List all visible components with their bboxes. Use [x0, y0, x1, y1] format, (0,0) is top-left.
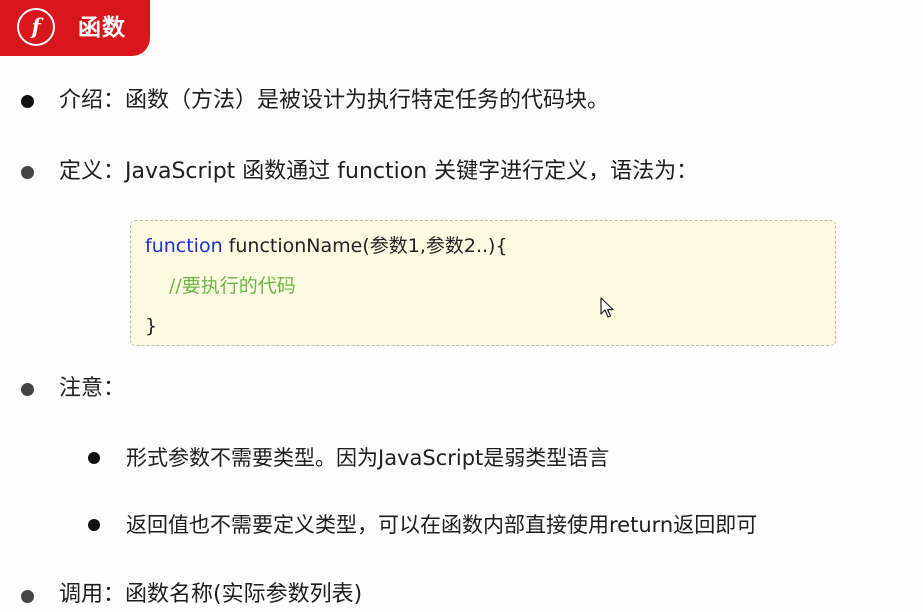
code-keyword: function [145, 235, 223, 257]
params-text: 形式参数不需要类型。因为JavaScript是弱类型语言 [126, 446, 610, 470]
code-block: function functionName(参数1,参数2..){ //要执行的… [130, 220, 836, 346]
bullet-dot [21, 383, 34, 396]
code-signature: functionName(参数1,参数2..){ [222, 235, 508, 257]
intro-text: 介绍：函数（方法）是被设计为执行特定任务的代码块。 [59, 88, 610, 113]
return-text: 返回值也不需要定义类型，可以在函数内部直接使用return返回即可 [126, 513, 758, 537]
bullet-dot [88, 452, 100, 464]
bullet-dot [21, 166, 34, 179]
bullet-dot [21, 590, 34, 603]
section-header: f 函数 [0, 0, 150, 56]
code-comment: //要执行的代码 [169, 275, 296, 297]
bullet-dot [88, 519, 100, 531]
definition-text: 定义：JavaScript 函数通过 function 关键字进行定义，语法为： [59, 159, 699, 184]
bullet-dot [21, 95, 34, 108]
mouse-pointer-icon [600, 297, 614, 318]
call-text: 调用：函数名称(实际参数列表) [59, 582, 363, 607]
code-closing-brace: } [145, 315, 158, 337]
section-title: 函数 [78, 15, 126, 41]
code-line-signature: function functionName(参数1,参数2..){ [145, 232, 508, 260]
note-text: 注意： [59, 376, 126, 401]
function-icon: f [17, 8, 55, 46]
